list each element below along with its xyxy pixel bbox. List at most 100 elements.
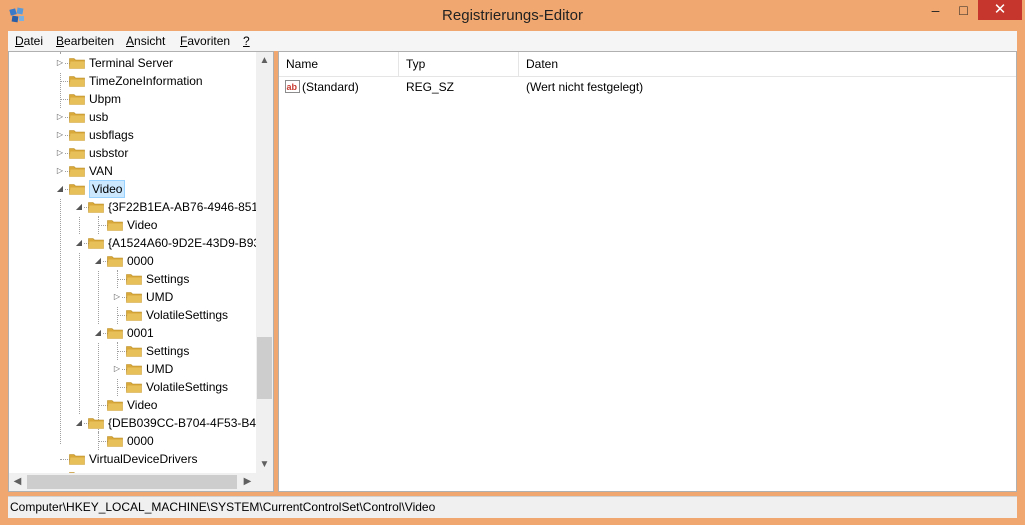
collapse-arrow-icon[interactable]: ◢ xyxy=(93,324,103,342)
tree-node[interactable]: ◢ {DEB039CC-B704-4F53-B43E xyxy=(9,414,256,432)
tree-node[interactable]: ▷ usb xyxy=(9,108,256,126)
tree-node-label: VAN xyxy=(89,164,113,178)
close-button[interactable]: ✕ xyxy=(978,0,1022,20)
tree-node[interactable]: ▷ Terminal Server xyxy=(9,54,256,72)
tree-node[interactable]: ▷ UMD xyxy=(9,360,256,378)
tree-node-label: Video xyxy=(89,180,126,198)
folder-icon xyxy=(69,184,85,195)
folder-icon xyxy=(126,346,142,357)
status-path: Computer\HKEY_LOCAL_MACHINE\SYSTEM\Curre… xyxy=(10,500,436,514)
column-data[interactable]: Daten xyxy=(519,52,1016,76)
tree-node-label: UMD xyxy=(146,290,174,304)
value-row[interactable]: ab (Standard) REG_SZ (Wert nicht festgel… xyxy=(279,78,1016,96)
folder-icon xyxy=(126,382,142,393)
folder-icon xyxy=(107,436,123,447)
tree-node-label: VolatileSettings xyxy=(146,380,229,394)
tree-node[interactable]: ◢ Video xyxy=(9,180,256,198)
folder-icon xyxy=(126,274,142,285)
tree-node[interactable]: ◢ {A1524A60-9D2E-43D9-B93B xyxy=(9,234,256,252)
collapse-arrow-icon[interactable]: ◢ xyxy=(74,198,84,216)
folder-icon xyxy=(88,418,104,429)
column-type[interactable]: Typ xyxy=(399,52,519,76)
tree-node-label: Settings xyxy=(146,272,190,286)
tree-node[interactable]: ▷ usbstor xyxy=(9,144,256,162)
key-tree[interactable]: ▷ Terminal Server TimeZoneInformation Ubpm ▷… xyxy=(9,52,256,473)
tree-node[interactable]: TimeZoneInformation xyxy=(9,72,256,90)
menu-help[interactable]: ? xyxy=(243,34,250,48)
tree-node[interactable]: Settings xyxy=(9,270,256,288)
tree-node-label: {DEB039CC-B704-4F53-B43E xyxy=(108,416,256,430)
svg-text:ab: ab xyxy=(287,82,298,92)
menu-bearbeiten[interactable]: Bearbeiten xyxy=(56,34,114,48)
tree-node[interactable]: Video xyxy=(9,216,256,234)
expand-arrow-icon[interactable]: ▷ xyxy=(55,54,65,72)
expand-arrow-icon[interactable]: ▷ xyxy=(55,108,65,126)
tree-horizontal-scrollbar[interactable]: ◀ ▶ xyxy=(9,473,256,491)
collapse-arrow-icon[interactable]: ◢ xyxy=(55,180,65,198)
menu-datei[interactable]: Datei xyxy=(15,34,43,48)
scroll-up-arrow-icon[interactable]: ▲ xyxy=(256,52,273,69)
expand-arrow-icon[interactable]: ▷ xyxy=(55,126,65,144)
key-tree-pane[interactable]: ▷ Terminal Server TimeZoneInformation Ubpm ▷… xyxy=(8,51,274,492)
tree-node-label: VirtualDeviceDrivers xyxy=(89,452,198,466)
minimize-icon: – xyxy=(931,2,940,18)
scroll-down-arrow-icon[interactable]: ▼ xyxy=(256,456,273,473)
column-name[interactable]: Name xyxy=(279,52,399,76)
tree-node[interactable]: Settings xyxy=(9,342,256,360)
tree-node[interactable]: VolatileSettings xyxy=(9,306,256,324)
expand-arrow-icon[interactable]: ▷ xyxy=(55,144,65,162)
tree-node-label: UMD xyxy=(146,362,174,376)
tree-node-label: VolatileSettings xyxy=(146,308,229,322)
menu-favoriten[interactable]: Favoriten xyxy=(180,34,230,48)
folder-icon xyxy=(107,256,123,267)
folder-icon xyxy=(69,58,85,69)
scroll-right-arrow-icon[interactable]: ▶ xyxy=(239,473,256,491)
value-list-pane[interactable]: Name Typ Daten ab (Standard) REG_SZ (Wer… xyxy=(278,51,1017,492)
folder-icon xyxy=(69,94,85,105)
column-header: Name Typ Daten xyxy=(279,52,1016,77)
menu-ansicht[interactable]: Ansicht xyxy=(126,34,165,48)
folder-icon xyxy=(69,148,85,159)
maximize-icon: □ xyxy=(959,2,968,18)
expand-arrow-icon[interactable]: ▷ xyxy=(112,288,122,306)
expand-arrow-icon[interactable]: ▷ xyxy=(55,162,65,180)
menu-datei-accel: D xyxy=(15,34,24,48)
tree-node[interactable]: 0000 xyxy=(9,432,256,450)
folder-icon xyxy=(126,364,142,375)
value-type: REG_SZ xyxy=(406,80,455,94)
tree-node[interactable]: ▷ UMD xyxy=(9,288,256,306)
tree-node[interactable]: ▷ usbflags xyxy=(9,126,256,144)
tree-node-label: Terminal Server xyxy=(89,56,174,70)
tree-node-label: 0000 xyxy=(127,434,154,448)
tree-vertical-scroll-thumb[interactable] xyxy=(257,337,272,399)
expand-arrow-icon[interactable]: ▷ xyxy=(112,360,122,378)
tree-node[interactable]: VirtualDeviceDrivers xyxy=(9,450,256,468)
tree-node[interactable]: ◢ {3F22B1EA-AB76-4946-851F- xyxy=(9,198,256,216)
tree-node[interactable]: ▷ VAN xyxy=(9,162,256,180)
minimize-button[interactable]: – xyxy=(922,0,949,20)
status-bar: Computer\HKEY_LOCAL_MACHINE\SYSTEM\Curre… xyxy=(8,496,1017,518)
tree-node[interactable]: ◢ 0001 xyxy=(9,324,256,342)
title-bar[interactable]: Registrierungs-Editor – □ ✕ xyxy=(0,0,1025,31)
tree-vertical-scrollbar[interactable]: ▲ ▼ xyxy=(256,52,273,473)
collapse-arrow-icon[interactable]: ◢ xyxy=(74,234,84,252)
window-title: Registrierungs-Editor xyxy=(442,7,583,24)
tree-node-label: TimeZoneInformation xyxy=(89,74,203,88)
folder-icon xyxy=(107,328,123,339)
folder-icon xyxy=(126,292,142,303)
registry-editor-window: Registrierungs-Editor – □ ✕ Datei Bearbe… xyxy=(0,0,1025,525)
tree-node[interactable]: Video xyxy=(9,396,256,414)
menu-bearbeiten-rest: earbeiten xyxy=(64,34,115,48)
menu-help-accel: ? xyxy=(243,34,250,48)
menu-ansicht-rest: nsicht xyxy=(134,34,166,48)
tree-node[interactable]: ◢ 0000 xyxy=(9,252,256,270)
tree-horizontal-scroll-thumb[interactable] xyxy=(27,475,237,489)
collapse-arrow-icon[interactable]: ◢ xyxy=(74,414,84,432)
tree-node[interactable]: VolatileSettings xyxy=(9,378,256,396)
collapse-arrow-icon[interactable]: ◢ xyxy=(93,252,103,270)
menu-bearbeiten-accel: B xyxy=(56,34,65,48)
tree-node-label: usb xyxy=(89,110,109,124)
tree-node[interactable]: Ubpm xyxy=(9,90,256,108)
maximize-button[interactable]: □ xyxy=(950,0,977,20)
scroll-left-arrow-icon[interactable]: ◀ xyxy=(9,473,26,491)
